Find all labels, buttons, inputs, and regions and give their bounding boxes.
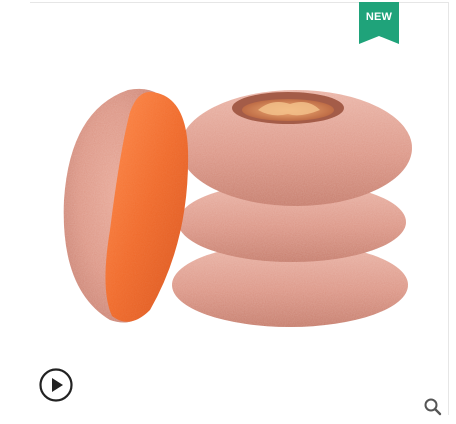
zoom-button[interactable] xyxy=(423,397,443,417)
product-image[interactable] xyxy=(0,0,456,419)
search-icon xyxy=(424,398,442,416)
play-icon xyxy=(39,368,73,402)
new-badge: NEW xyxy=(359,2,399,44)
new-badge-label: NEW xyxy=(365,11,393,23)
play-video-button[interactable] xyxy=(39,368,73,402)
dried-persimmon-icon xyxy=(63,88,412,327)
ribbon-icon xyxy=(359,2,399,44)
